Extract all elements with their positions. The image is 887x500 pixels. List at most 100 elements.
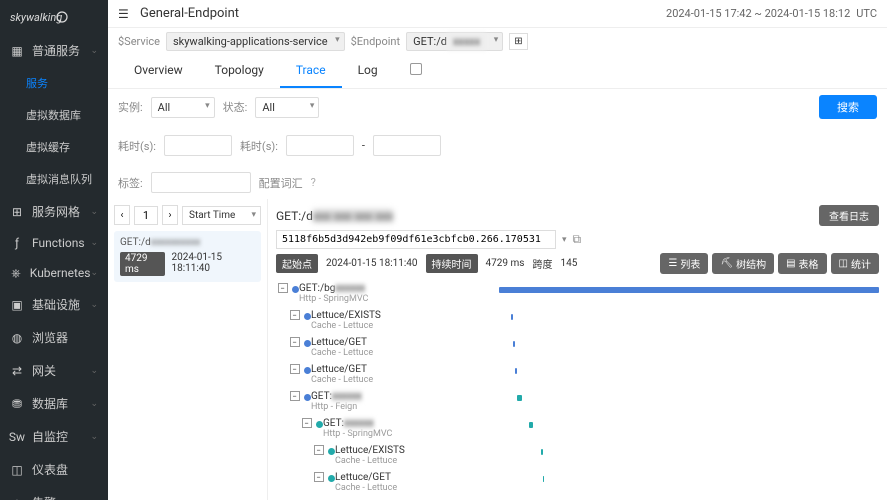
chevron-down-icon: ⌄: [90, 46, 98, 56]
span-row[interactable]: −Lettuce/EXISTSCache - Lettuce: [288, 307, 879, 334]
dash-icon: ◫: [10, 463, 24, 477]
toggle-icon[interactable]: −: [278, 283, 288, 293]
trace-list-item[interactable]: GET:/dxxxxxxxxxx 4729 ms 2024-01-15 18:1…: [114, 231, 261, 282]
span-dot: [304, 313, 311, 320]
status-select[interactable]: All: [255, 97, 319, 118]
view-tree-button[interactable]: ⛏ 树结构: [712, 253, 774, 274]
toggle-icon[interactable]: −: [290, 337, 300, 347]
sidebar-label: 网关: [32, 362, 56, 379]
sidebar-item-数据库[interactable]: ⛃数据库⌄: [0, 387, 108, 420]
toggle-icon[interactable]: −: [302, 418, 312, 428]
service-select[interactable]: skywalking-applications-service: [166, 32, 345, 51]
chevron-down-icon: ⌄: [90, 238, 98, 248]
sidebar-item-浏览器[interactable]: ◍浏览器: [0, 321, 108, 354]
sidebar-label: 自监控: [32, 428, 68, 445]
menu-icon[interactable]: ☰: [118, 7, 132, 21]
nav: ▦普通服务⌄服务虚拟数据库虚拟缓存虚拟消息队列⊞服务网格⌄ƒFunctions⌄…: [0, 34, 108, 500]
span-name: Lettuce/EXISTS: [335, 445, 535, 456]
duration-max-input[interactable]: [286, 135, 354, 156]
grid-icon: ▦: [10, 44, 24, 58]
search-button[interactable]: 搜索: [819, 95, 877, 119]
duration-label: 耗时(s):: [118, 138, 156, 154]
copy-icon[interactable]: ⧉: [573, 232, 582, 247]
sidebar-item-虚拟数据库[interactable]: 虚拟数据库: [0, 99, 108, 131]
trace-id-dropdown-icon[interactable]: ▾: [562, 235, 567, 245]
trace-detail: GET:/dxxx xxx xxx xxx 查看日志 ▾ ⧉ 起始点 2024-…: [268, 199, 887, 500]
span-dot: [328, 448, 335, 455]
globe-icon: ◍: [10, 331, 24, 345]
sidebar-item-Functions[interactable]: ƒ Functions ⌄: [0, 228, 108, 258]
tab-topology[interactable]: Topology: [199, 55, 280, 88]
endpoint-select[interactable]: GET:/dxxxxx: [406, 32, 503, 51]
sidebar-label: 虚拟消息队列: [26, 171, 92, 187]
view-table-button[interactable]: ▤ 表格: [778, 253, 826, 274]
span-row[interactable]: −Lettuce/GETCache - Lettuce: [288, 361, 879, 388]
span-name: GET:xxxxxx: [323, 418, 523, 429]
span-dot: [304, 394, 311, 401]
db-icon: ⛃: [10, 397, 24, 411]
tab-overview[interactable]: Overview: [118, 55, 199, 88]
chevron-down-icon: ⌄: [90, 300, 98, 310]
duration-min-input[interactable]: [164, 135, 232, 156]
sidebar-item-自监控[interactable]: Sw自监控⌄: [0, 420, 108, 453]
tag-input[interactable]: [151, 172, 251, 193]
filters: 实例: All 状态: All 搜索 耗时(s): 耗时(s): - 标签: 配…: [108, 89, 887, 199]
view-stats-button[interactable]: ◫ 统计: [831, 253, 879, 274]
status-label: 状态:: [223, 99, 248, 115]
span-row[interactable]: −Lettuce/GETCache - Lettuce: [288, 334, 879, 361]
span-meta: Http - SpringMVC: [323, 429, 523, 439]
span-row[interactable]: −Lettuce/EXISTSCache - Lettuce: [312, 442, 879, 469]
span-dot: [304, 340, 311, 347]
sidebar-item-服务网格[interactable]: ⊞服务网格⌄: [0, 195, 108, 228]
tab-trace[interactable]: Trace: [280, 55, 342, 88]
tab-extra[interactable]: [394, 55, 438, 88]
next-page-button[interactable]: ›: [162, 205, 178, 225]
sidebar-item-虚拟缓存[interactable]: 虚拟缓存: [0, 131, 108, 163]
view-list-button[interactable]: ☰ 列表: [660, 253, 708, 274]
duration-max2-input[interactable]: [373, 135, 441, 156]
tab-log[interactable]: Log: [342, 55, 394, 88]
fn-icon: ƒ: [10, 236, 24, 250]
sort-select[interactable]: Start Time: [182, 206, 261, 225]
duration-meta-label: 持续时间: [426, 254, 478, 273]
sidebar-label: 普通服务: [32, 42, 80, 59]
span-row[interactable]: −GET:xxxxxxHttp - Feign: [288, 388, 879, 415]
sidebar-item-仪表盘[interactable]: ◫仪表盘: [0, 453, 108, 486]
trace-id-input[interactable]: [276, 230, 556, 249]
toggle-icon[interactable]: −: [290, 310, 300, 320]
sidebar-label: 服务网格: [32, 203, 80, 220]
time-range[interactable]: 2024-01-15 17:42 ~ 2024-01-15 18:12: [666, 7, 850, 20]
trace-title: GET:/dxxx xxx xxx xxx: [276, 209, 393, 223]
toggle-icon[interactable]: −: [290, 364, 300, 374]
svg-text:skywalking: skywalking: [10, 11, 62, 24]
sidebar-item-基础设施[interactable]: ▣基础设施⌄: [0, 288, 108, 321]
chevron-down-icon: ⌄: [90, 207, 98, 217]
toggle-icon[interactable]: −: [314, 472, 324, 482]
instance-select[interactable]: All: [151, 97, 215, 118]
sidebar-item-虚拟消息队列[interactable]: 虚拟消息队列: [0, 163, 108, 195]
sidebar-item-网关[interactable]: ⇄网关⌄: [0, 354, 108, 387]
chevron-down-icon: ⌄: [90, 366, 98, 376]
span-row[interactable]: − GET:xxxxxxHttp - SpringMVC: [300, 415, 879, 442]
toggle-icon[interactable]: −: [314, 445, 324, 455]
sidebar-item-普通服务[interactable]: ▦ 普通服务 ⌄: [0, 34, 108, 67]
sidebar-item-Kubernetes[interactable]: ⎈Kubernetes⌄: [0, 258, 108, 288]
help-icon[interactable]: ?: [311, 176, 316, 189]
k8s-icon: ⎈: [10, 266, 22, 280]
prev-page-button[interactable]: ‹: [114, 205, 130, 225]
span-tree: 这一步可以看到sql −GET:/bgxxxxxxHttp - SpringMV…: [276, 280, 879, 494]
endpoint-extra-icon[interactable]: ⊞: [509, 33, 527, 50]
toggle-icon[interactable]: −: [290, 391, 300, 401]
start-time: 2024-01-15 18:11:40: [326, 258, 418, 269]
infra-icon: ▣: [10, 298, 24, 312]
view-log-button[interactable]: 查看日志: [819, 205, 879, 226]
sidebar-label: 虚拟数据库: [26, 107, 81, 123]
sidebar-label: Functions: [32, 236, 85, 250]
span-row[interactable]: −Lettuce/GETCache - Lettuce: [312, 469, 879, 494]
duration-label2: 耗时(s):: [240, 138, 278, 154]
tabs: OverviewTopologyTraceLog: [108, 55, 887, 89]
sidebar-item-告警[interactable]: △告警: [0, 486, 108, 500]
span-row[interactable]: −GET:/bgxxxxxxHttp - SpringMVC: [276, 280, 879, 307]
page-input[interactable]: [134, 206, 158, 225]
sidebar-item-服务[interactable]: 服务: [0, 67, 108, 99]
